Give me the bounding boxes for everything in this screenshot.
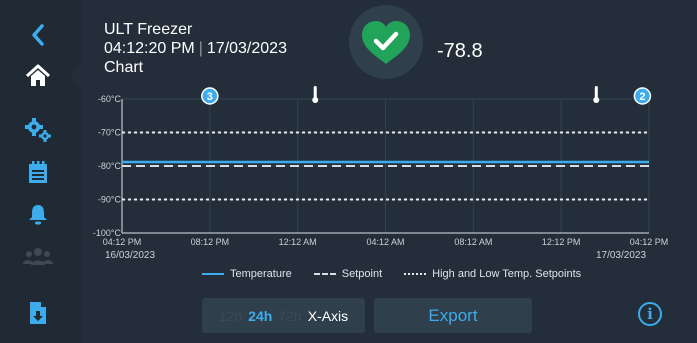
file-download-icon [29, 302, 46, 324]
current-date: 17/03/2023 [206, 40, 287, 57]
calendar-button[interactable] [0, 152, 75, 192]
x-start-date: 16/03/2023 [105, 250, 155, 261]
chart-legend: Temperature Setpoint High and Low Temp. … [202, 266, 603, 282]
x-axis-range-control: 12h 24h 72h X-Axis [202, 298, 365, 333]
sidebar [0, 0, 75, 343]
home-icon [25, 64, 50, 86]
current-temperature-reading: -78.8 [437, 40, 483, 62]
legend-setpoint-swatch [313, 273, 336, 275]
event-badge-count: 3 [207, 91, 213, 103]
gears-icon [24, 118, 51, 142]
users-button [0, 236, 75, 276]
x-axis-option-24h[interactable]: 24h [248, 308, 272, 324]
thermometer-bulb [312, 97, 319, 103]
x-tick-label: 04:12 PM [630, 237, 669, 247]
export-report-button[interactable] [0, 293, 75, 333]
y-tick-label: -80°C [98, 161, 122, 171]
main-panel: ULT Freezer 04:12:20 PM | 17/03/2023 Chart… [82, 0, 697, 343]
device-name: ULT Freezer [104, 21, 193, 38]
time-date-separator: | [198, 40, 203, 57]
legend-temperature-swatch [202, 273, 224, 275]
active-nav-indicator [70, 62, 82, 90]
page-title: Chart [104, 59, 144, 76]
x-axis-option-12h[interactable]: 12h [219, 308, 242, 324]
legend-setpoint: Setpoint [313, 268, 383, 280]
x-tick-label: 08:12 AM [454, 237, 492, 247]
x-tick-label: 12:12 PM [542, 237, 581, 247]
x-tick-label: 04:12 PM [103, 237, 142, 247]
legend-limits: High and Low Temp. Setpoints [404, 268, 581, 280]
header: ULT Freezer 04:12:20 PM | 17/03/2023 Chart [104, 20, 287, 77]
thermometer-bulb [593, 97, 600, 103]
y-tick-label: -90°C [98, 195, 122, 205]
x-end-date: 17/03/2023 [596, 250, 646, 261]
alarms-button[interactable] [0, 194, 75, 234]
users-icon [22, 248, 53, 265]
temperature-chart: -60°C-70°C-80°C-90°C-100°C04:12 PM 08:12 … [93, 86, 669, 261]
back-button[interactable] [0, 15, 75, 55]
x-tick-label: 08:12 PM [191, 237, 230, 247]
x-axis-label: X-Axis [307, 307, 349, 324]
info-icon[interactable]: i [638, 302, 662, 326]
legend-setpoint-label: Setpoint [341, 268, 383, 280]
datetime: 04:12:20 PM | 17/03/2023 [104, 39, 287, 58]
bell-icon [28, 205, 47, 225]
x-tick-label: 04:12 AM [366, 237, 404, 247]
chevron-left-icon [31, 24, 44, 46]
x-axis-option-72h[interactable]: 72h [278, 308, 301, 324]
export-button[interactable]: Export [374, 298, 532, 333]
heart-check-icon [362, 21, 410, 64]
status-indicator [349, 5, 423, 79]
event-badge-count: 2 [639, 91, 645, 103]
legend-temperature: Temperature [202, 268, 292, 280]
legend-limits-label: High and Low Temp. Setpoints [432, 268, 582, 280]
legend-temperature-label: Temperature [230, 268, 292, 280]
settings-button[interactable] [0, 110, 75, 150]
current-time: 04:12:20 PM [104, 40, 195, 57]
calendar-icon [28, 161, 47, 183]
x-tick-label: 12:12 AM [279, 237, 317, 247]
y-tick-label: -70°C [98, 128, 122, 138]
legend-limits-swatch [404, 273, 427, 275]
y-tick-label: -60°C [98, 94, 122, 104]
home-button[interactable] [0, 56, 75, 96]
